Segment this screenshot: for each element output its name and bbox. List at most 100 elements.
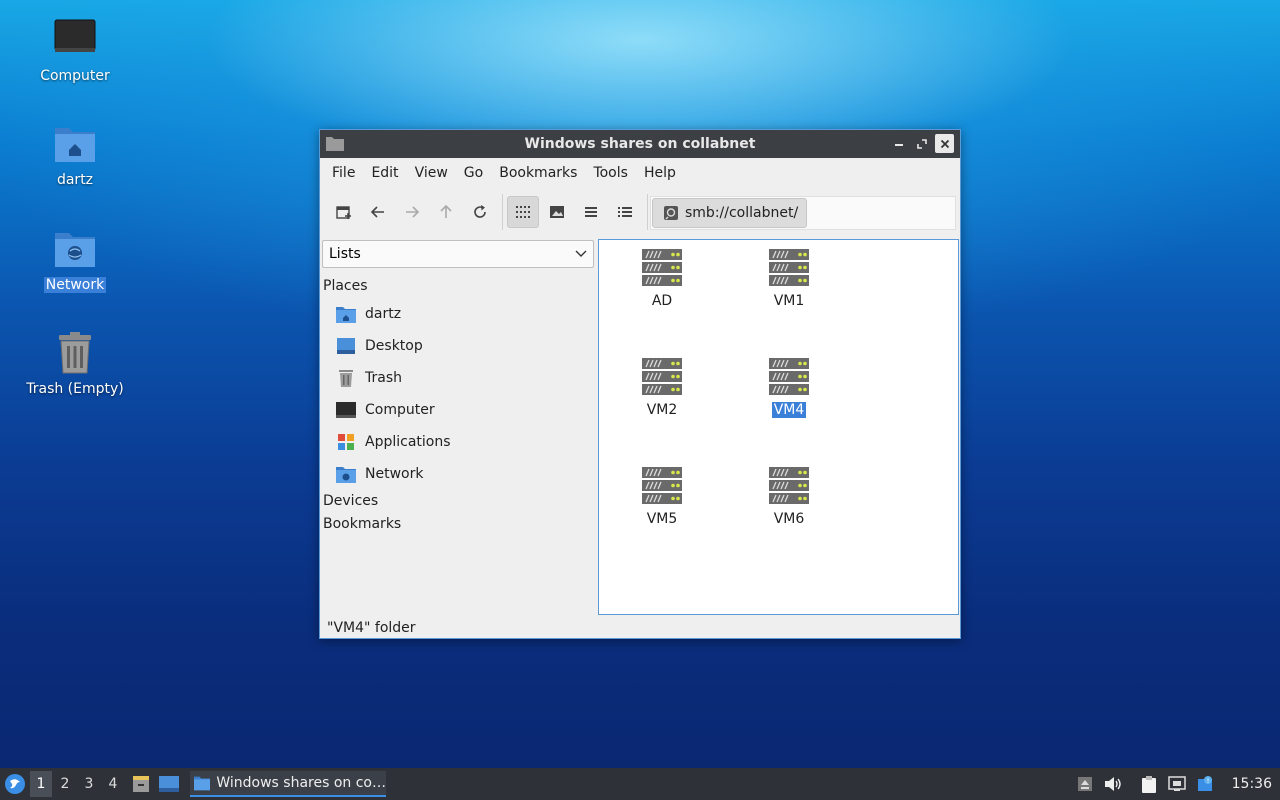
desktop-icon-label: Trash (Empty) (26, 381, 124, 397)
new-tab-icon (336, 206, 351, 219)
menu-file[interactable]: File (324, 165, 363, 181)
sidebar-item-desktop[interactable]: Desktop (336, 334, 423, 358)
clock[interactable]: 15:36 (1232, 776, 1272, 792)
taskbar: 1 2 3 4 Windows shares on co… ! 15:36 (0, 768, 1280, 800)
desktop-icon-computer[interactable]: Computer (20, 18, 130, 84)
path-label: smb://collabnet/ (685, 205, 799, 221)
server-icon (642, 467, 682, 504)
minimize-button[interactable] (889, 134, 908, 153)
start-menu-button[interactable] (0, 768, 30, 800)
update-notifier-button[interactable]: ! (1194, 773, 1216, 795)
thumbnail-view-button[interactable] (541, 196, 573, 228)
workspace-4[interactable]: 4 (102, 771, 124, 797)
close-icon (940, 139, 949, 148)
network-status-button[interactable] (1166, 773, 1188, 795)
desktop-icon-trash[interactable]: Trash (Empty) (20, 331, 130, 397)
sidebar-item-network[interactable]: Network (336, 462, 423, 486)
new-tab-button[interactable] (328, 196, 360, 228)
home-folder-icon (55, 128, 95, 162)
menu-help[interactable]: Help (636, 165, 684, 181)
sidebar-item-applications[interactable]: Applications (336, 430, 451, 454)
menubar: File Edit View Go Bookmarks Tools Help (320, 158, 960, 188)
menu-tools[interactable]: Tools (585, 165, 636, 181)
places-header[interactable]: Places (323, 278, 368, 294)
folder-item-label: VM5 (646, 511, 678, 527)
menu-view[interactable]: View (407, 165, 456, 181)
folder-item-ad[interactable]: AD (617, 247, 707, 309)
workspace-1[interactable]: 1 (30, 771, 52, 797)
folder-icon (194, 776, 211, 791)
workspace-3[interactable]: 3 (78, 771, 100, 797)
reload-button[interactable] (464, 196, 496, 228)
status-bar: "VM4" folder (327, 620, 416, 636)
toolbar-separator (502, 194, 503, 230)
monitor-icon (336, 402, 356, 418)
desktop-icon-label: dartz (56, 172, 94, 188)
file-cabinet-icon (133, 776, 149, 792)
close-button[interactable] (935, 134, 954, 153)
server-icon (769, 358, 809, 395)
wired-network-icon (1167, 776, 1186, 791)
minimize-icon (894, 143, 903, 146)
menu-edit[interactable]: Edit (363, 165, 406, 181)
back-button[interactable] (362, 196, 394, 228)
detailed-view-button[interactable] (609, 196, 641, 228)
folder-item-vm2[interactable]: VM2 (617, 356, 707, 418)
chevron-down-icon (575, 250, 587, 257)
reload-icon (474, 205, 486, 218)
lubuntu-logo-icon (5, 774, 25, 794)
server-icon (642, 249, 682, 286)
network-folder-icon (336, 467, 356, 483)
server-icon (769, 467, 809, 504)
folder-item-vm1[interactable]: VM1 (744, 247, 834, 309)
clipboard-icon (1141, 776, 1156, 793)
side-pane-mode-select[interactable]: Lists (322, 240, 594, 268)
compact-view-button[interactable] (575, 196, 607, 228)
toolbar: smb://collabnet/ (320, 188, 960, 236)
menu-bookmarks[interactable]: Bookmarks (491, 165, 585, 181)
sidebar-item-label: Applications (365, 434, 451, 450)
folder-icon-view[interactable]: AD VM1 VM2 VM4 VM5 VM6 (598, 239, 959, 615)
grid-view-icon (516, 206, 530, 218)
workspace-2[interactable]: 2 (54, 771, 76, 797)
path-button-collabnet[interactable]: smb://collabnet/ (652, 198, 808, 228)
folder-item-label: VM2 (646, 402, 678, 418)
sidebar-item-trash[interactable]: Trash (336, 366, 402, 390)
list-view-icon (585, 207, 597, 217)
task-label: Windows shares on co… (216, 775, 386, 791)
window-titlebar[interactable]: Windows shares on collabnet (320, 130, 960, 158)
folder-item-vm4[interactable]: VM4 (744, 356, 834, 418)
monitor-icon (54, 19, 96, 52)
home-folder-icon (336, 307, 356, 323)
desktop-icon-label: Network (43, 277, 107, 293)
sidebar-item-dartz[interactable]: dartz (336, 302, 401, 326)
sidebar-item-computer[interactable]: Computer (336, 398, 435, 422)
desktop-icon-network[interactable]: Network (20, 227, 130, 293)
folder-icon (326, 137, 344, 151)
forward-button[interactable] (396, 196, 428, 228)
folder-item-vm5[interactable]: VM5 (617, 465, 707, 527)
window-title: Windows shares on collabnet (524, 136, 756, 152)
file-manager-window: Windows shares on collabnet File Edit Vi… (319, 129, 961, 639)
desktop-icon-dartz[interactable]: dartz (20, 122, 130, 188)
icon-view-button[interactable] (507, 196, 539, 228)
volume-button[interactable] (1102, 773, 1124, 795)
eject-button[interactable] (1074, 773, 1096, 795)
location-bar[interactable]: smb://collabnet/ (650, 196, 956, 230)
clipboard-button[interactable] (1138, 773, 1160, 795)
up-button[interactable] (430, 196, 462, 228)
devices-header[interactable]: Devices (323, 493, 378, 509)
sidebar-item-label: Desktop (365, 338, 423, 354)
update-notification-icon: ! (1197, 776, 1212, 791)
folder-item-label: VM4 (771, 402, 807, 418)
bookmarks-header[interactable]: Bookmarks (323, 516, 401, 532)
show-desktop-button[interactable] (158, 771, 180, 797)
menu-go[interactable]: Go (456, 165, 491, 181)
taskbar-task-file-manager[interactable]: Windows shares on co… (190, 771, 386, 797)
sidebar-item-label: Computer (365, 402, 435, 418)
file-manager-launcher[interactable] (130, 771, 152, 797)
folder-item-vm6[interactable]: VM6 (744, 465, 834, 527)
folder-item-label: AD (651, 293, 673, 309)
maximize-button[interactable] (912, 134, 931, 153)
image-view-icon (550, 206, 564, 218)
